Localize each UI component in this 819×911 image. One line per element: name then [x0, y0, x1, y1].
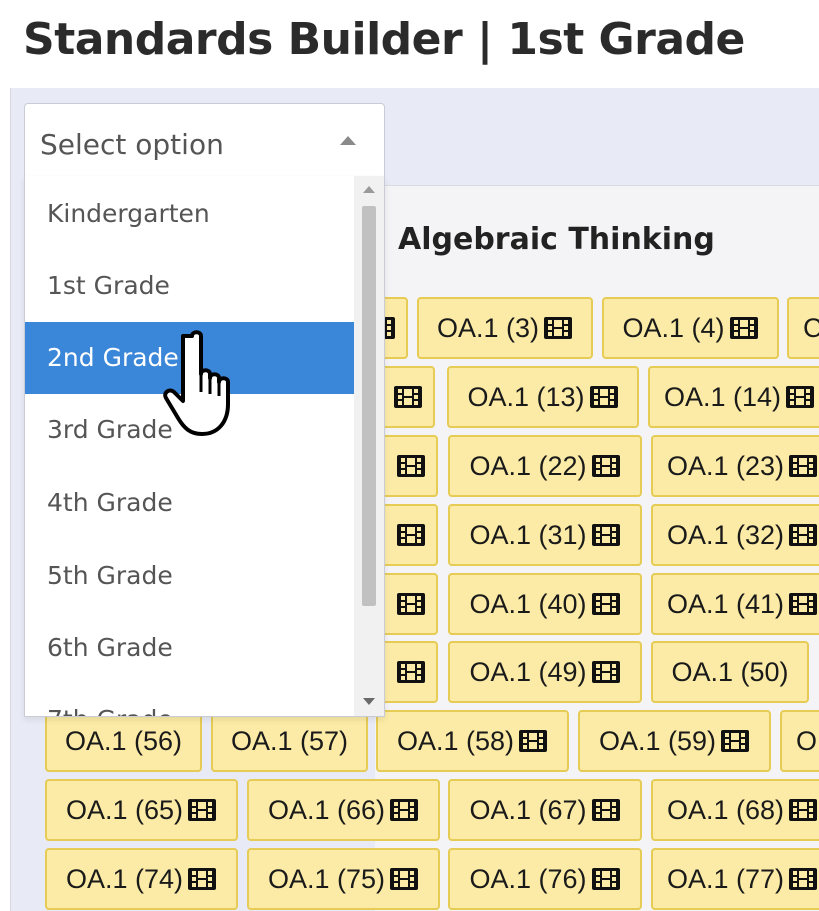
standard-chip-label: OA.1 (74): [65, 863, 184, 894]
film-video-icon: [786, 386, 815, 408]
standard-chip-label: O: [796, 725, 818, 756]
dropdown-option[interactable]: Kindergarten: [25, 178, 354, 250]
dropdown-scrollbar[interactable]: [354, 176, 384, 716]
film-video-icon: [397, 661, 425, 683]
standard-chip[interactable]: OA.1 (68): [651, 779, 819, 841]
standard-chip[interactable]: OA.1 (14): [648, 366, 819, 428]
standard-chip[interactable]: OA.1 (23): [651, 435, 819, 497]
dropdown-option[interactable]: 7th Grade: [25, 684, 354, 716]
standard-chip[interactable]: OA.1 (74): [45, 848, 238, 910]
dropdown-option[interactable]: 2nd Grade: [25, 322, 354, 394]
standard-chip[interactable]: OA.1 (58): [376, 710, 569, 772]
standard-chip-label: OA.1 (41): [667, 588, 785, 619]
standard-chip-label: OA.1 (68): [667, 794, 785, 825]
standard-chip[interactable]: OA.1 (50): [651, 641, 809, 703]
standard-chip[interactable]: OA.1 (65): [45, 779, 238, 841]
standard-chip-label: OA.1 (49): [469, 656, 587, 687]
standard-chip-label: OA.1 (65): [65, 794, 184, 825]
film-video-icon: [591, 868, 620, 890]
standard-chip-label: OA.1 (50): [671, 656, 789, 687]
film-video-icon: [729, 317, 758, 339]
scroll-up-arrow-icon[interactable]: [363, 186, 375, 193]
standard-chip-label: OA.1 (67): [469, 794, 587, 825]
film-video-icon: [544, 317, 573, 339]
dropdown-option[interactable]: 5th Grade: [25, 540, 354, 612]
film-video-icon: [789, 868, 818, 890]
standard-chip-label: OA.1 (66): [267, 794, 386, 825]
film-video-icon: [589, 386, 618, 408]
standard-chip[interactable]: OA.1 (41): [651, 573, 819, 635]
film-video-icon: [591, 455, 620, 477]
film-video-icon: [721, 730, 750, 752]
standard-chip-label: OA.1 (59): [598, 725, 717, 756]
standard-chip[interactable]: OA.1 (49): [448, 641, 642, 703]
select-placeholder: Select option: [40, 128, 224, 161]
standard-chip-label: OA.1 (23): [667, 450, 785, 481]
standard-chip-label: OA.1 (58): [396, 725, 515, 756]
standard-chip-label: C: [789, 313, 819, 344]
standard-chip-label: OA.1 (13): [467, 381, 585, 412]
caret-up-icon[interactable]: [340, 136, 356, 145]
dropdown-option[interactable]: 4th Grade: [25, 467, 354, 539]
standard-chip[interactable]: OA.1 (76): [448, 848, 642, 910]
standard-chip[interactable]: OA.1 (32): [651, 504, 819, 566]
standard-chip-label: OA.1 (4): [622, 312, 725, 343]
standard-chip[interactable]: OA.1 (22): [448, 435, 642, 497]
standard-chip[interactable]: OA.1 (31): [448, 504, 642, 566]
film-video-icon: [789, 593, 818, 615]
film-video-icon: [397, 524, 425, 546]
standard-chip-label: OA.1 (40): [469, 588, 587, 619]
film-video-icon: [591, 593, 620, 615]
standard-chip-label: OA.1 (14): [664, 381, 782, 412]
dropdown-option[interactable]: 3rd Grade: [25, 394, 354, 466]
dropdown-option[interactable]: 6th Grade: [25, 612, 354, 684]
film-video-icon: [591, 661, 620, 683]
app-window: Standards Builder | 1st Grade Algebraic …: [0, 0, 819, 911]
film-video-icon: [397, 455, 425, 477]
standard-chip[interactable]: OA.1 (57): [211, 710, 368, 772]
standard-chip[interactable]: OA.1 (56): [45, 710, 202, 772]
film-video-icon: [394, 386, 422, 408]
dropdown-option[interactable]: 1st Grade: [25, 250, 354, 322]
film-video-icon: [789, 799, 818, 821]
standard-chip[interactable]: OA.1 (59): [578, 710, 771, 772]
film-video-icon: [188, 868, 217, 890]
standard-chip-label: OA.1 (76): [469, 863, 587, 894]
film-video-icon: [591, 524, 620, 546]
standard-chip[interactable]: OA.1 (13): [447, 366, 639, 428]
film-video-icon: [188, 799, 217, 821]
film-video-icon: [397, 593, 425, 615]
film-video-icon: [591, 799, 620, 821]
standard-chip[interactable]: OA.1 (4): [602, 297, 779, 359]
grade-select[interactable]: Select option: [24, 103, 385, 177]
grade-dropdown-menu: 7th Grade6th Grade5th Grade4th Grade3rd …: [24, 176, 385, 717]
film-video-icon: [789, 524, 818, 546]
standard-chip[interactable]: OA.1 (40): [448, 573, 642, 635]
standard-chip-label: OA.1 (77): [667, 863, 785, 894]
film-video-icon: [789, 455, 818, 477]
standard-chip[interactable]: OA.1 (77): [651, 848, 819, 910]
standard-chip[interactable]: OA.1 (75): [247, 848, 440, 910]
standard-chip-label: OA.1 (75): [267, 863, 386, 894]
standard-chip[interactable]: O: [780, 710, 819, 772]
scroll-down-arrow-icon[interactable]: [363, 698, 375, 705]
film-video-icon: [390, 799, 419, 821]
film-video-icon: [519, 730, 548, 752]
scrollbar-thumb[interactable]: [362, 206, 376, 606]
standard-chip[interactable]: OA.1 (3): [417, 297, 593, 359]
standard-chip-label: OA.1 (22): [469, 450, 587, 481]
standard-chip-label: OA.1 (31): [469, 519, 587, 550]
standard-chip[interactable]: OA.1 (66): [247, 779, 440, 841]
standard-chip-label: OA.1 (3): [436, 312, 540, 343]
standard-chip-label: OA.1 (56): [64, 725, 183, 756]
standard-chip[interactable]: C: [787, 297, 819, 359]
standard-chip-label: OA.1 (57): [230, 725, 349, 756]
film-video-icon: [390, 868, 419, 890]
standard-chip[interactable]: OA.1 (67): [448, 779, 642, 841]
standard-chip-label: OA.1 (32): [667, 519, 785, 550]
